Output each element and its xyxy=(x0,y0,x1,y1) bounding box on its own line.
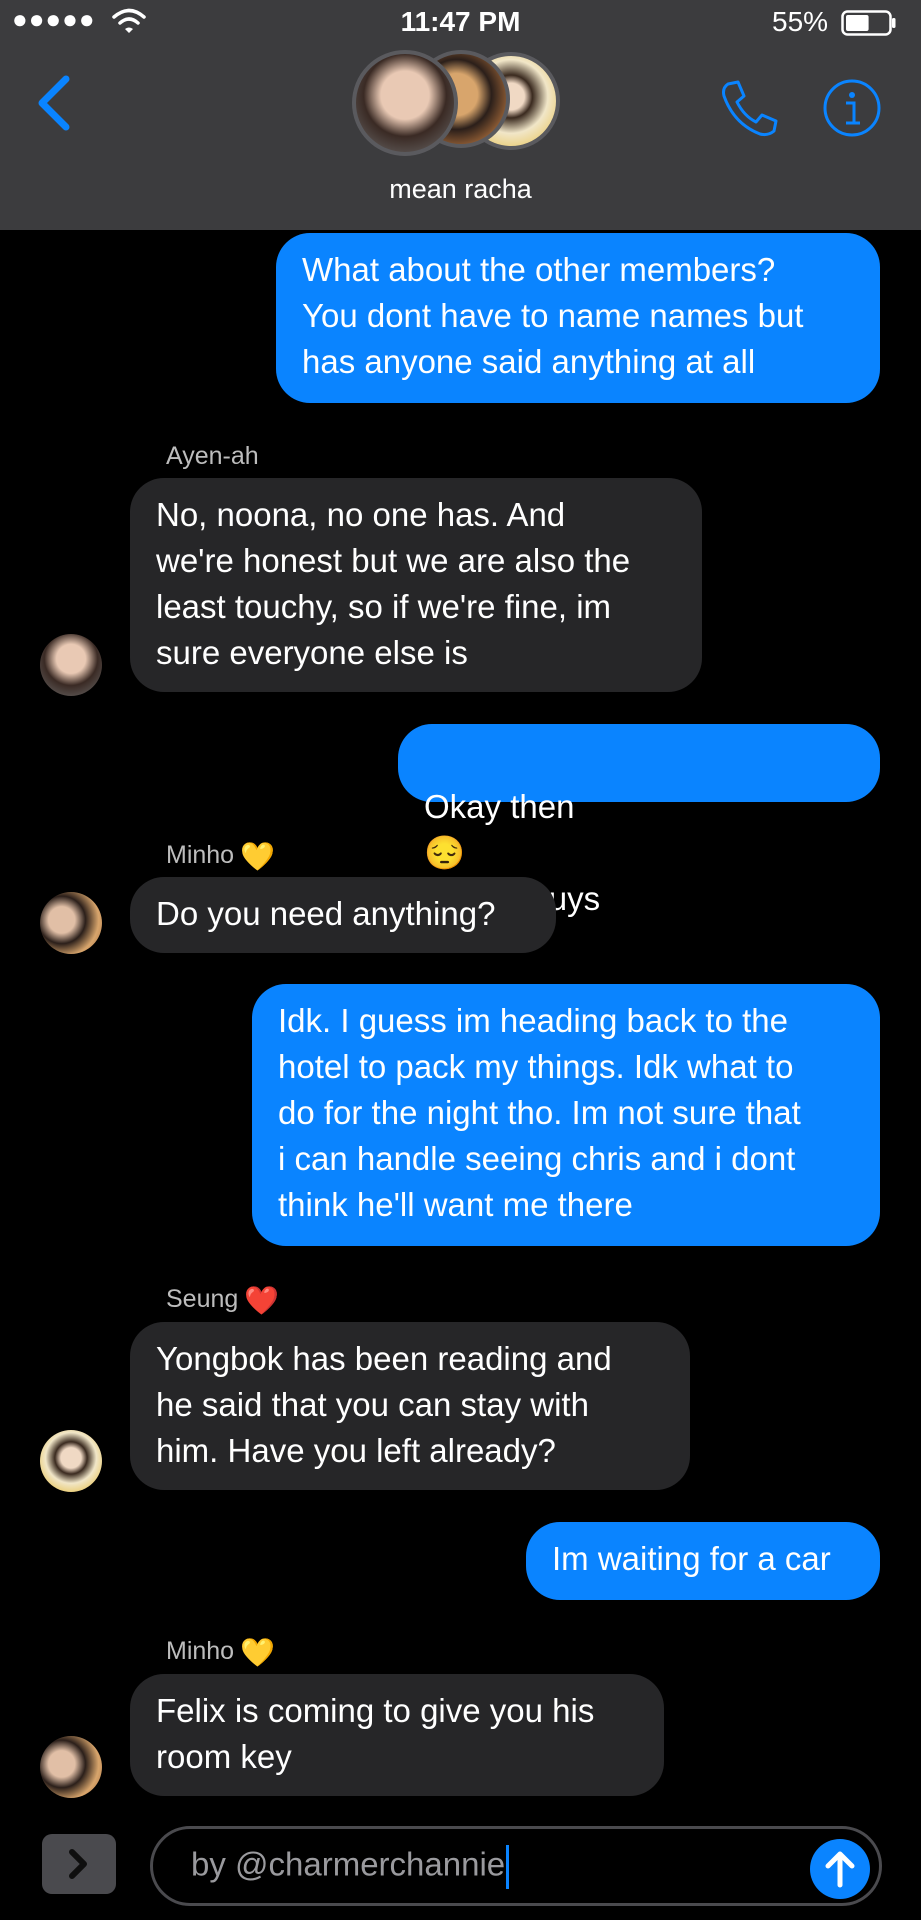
message-text: Okay then xyxy=(424,788,575,825)
avatar[interactable] xyxy=(40,1430,102,1492)
back-chevron-icon[interactable] xyxy=(34,74,74,132)
pensive-face-emoji: 😔 xyxy=(424,834,466,871)
avatar[interactable] xyxy=(40,892,102,954)
message-outgoing[interactable]: Idk. I guess im heading back to the hote… xyxy=(252,984,880,1246)
sender-name: Ayen-ah xyxy=(166,442,259,471)
message-input-text: by @charmerchannie xyxy=(191,1845,506,1883)
battery-icon xyxy=(841,10,896,36)
sender-label: Seung xyxy=(166,1285,239,1314)
group-avatar-1 xyxy=(352,50,458,156)
arrow-up-icon xyxy=(825,1851,855,1888)
group-avatars[interactable] xyxy=(350,50,575,160)
conversation-header: ●●●●● 11:47 PM 55% mean racha xyxy=(0,0,921,230)
red-heart-emoji: ❤️ xyxy=(244,1285,280,1316)
sender-label: Ayen-ah xyxy=(166,442,259,470)
avatar[interactable] xyxy=(40,634,102,696)
message-incoming[interactable]: Do you need anything? xyxy=(130,877,556,953)
message-incoming[interactable]: No, noona, no one has. And we're honest … xyxy=(130,478,702,692)
yellow-heart-emoji: 💛 xyxy=(240,1637,275,1668)
battery-percent: 55% xyxy=(772,6,829,37)
message-outgoing[interactable]: Im waiting for a car xyxy=(526,1522,880,1600)
message-outgoing[interactable]: Okay then 😔 thanks guys xyxy=(398,724,880,917)
group-name[interactable]: mean racha xyxy=(0,174,921,205)
sender-name: Minho 💛 xyxy=(166,840,275,873)
sender-name: Minho 💛 xyxy=(166,1636,275,1669)
sender-name: Seung ❤️ xyxy=(166,1284,279,1317)
text-caret xyxy=(506,1845,510,1889)
avatar[interactable] xyxy=(40,1736,102,1798)
send-button[interactable] xyxy=(810,1839,870,1899)
chevron-right-icon xyxy=(69,1849,87,1879)
sender-label: Minho xyxy=(166,841,235,870)
info-icon[interactable] xyxy=(822,78,882,138)
phone-icon[interactable] xyxy=(718,78,780,138)
yellow-heart-emoji: 💛 xyxy=(240,841,275,872)
message-input[interactable]: by @charmerchannie xyxy=(150,1826,882,1906)
message-incoming[interactable]: Felix is coming to give you his room key xyxy=(130,1674,664,1796)
battery-fill xyxy=(846,15,869,31)
sender-label: Minho xyxy=(166,1637,235,1666)
message-outgoing[interactable]: What about the other members? You dont h… xyxy=(276,233,880,403)
message-incoming[interactable]: Yongbok has been reading and he said tha… xyxy=(130,1322,690,1490)
expand-apps-button[interactable] xyxy=(42,1834,116,1894)
